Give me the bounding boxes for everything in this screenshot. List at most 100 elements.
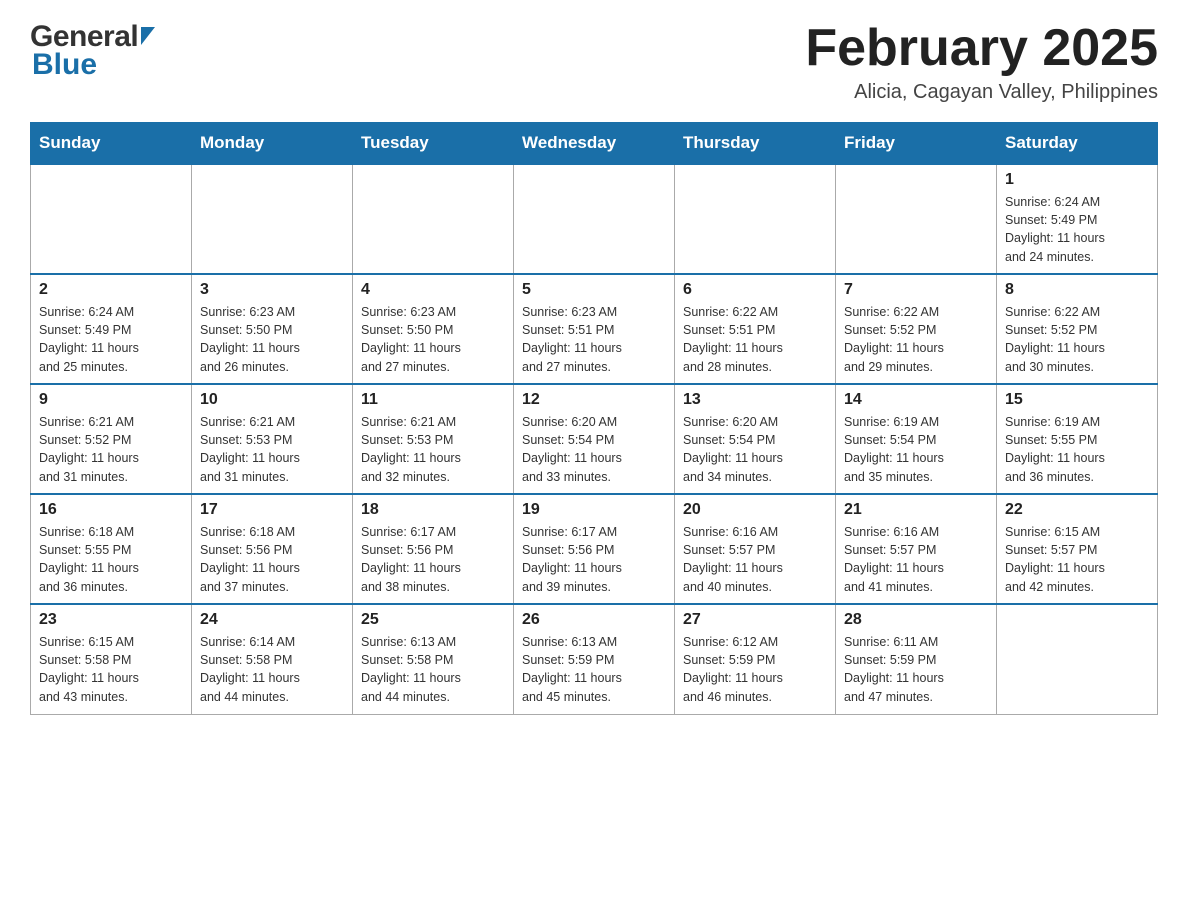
day-info: Sunrise: 6:22 AMSunset: 5:52 PMDaylight:… — [844, 303, 988, 376]
day-info: Sunrise: 6:24 AMSunset: 5:49 PMDaylight:… — [39, 303, 183, 376]
header-thursday: Thursday — [675, 123, 836, 165]
header-wednesday: Wednesday — [514, 123, 675, 165]
day-number: 1 — [1005, 171, 1149, 189]
calendar-cell: 12 Sunrise: 6:20 AMSunset: 5:54 PMDayligh… — [514, 384, 675, 494]
calendar-week-1: 1 Sunrise: 6:24 AMSunset: 5:49 PMDaylight… — [31, 164, 1158, 274]
day-number: 2 — [39, 281, 183, 299]
day-info: Sunrise: 6:16 AMSunset: 5:57 PMDaylight:… — [844, 523, 988, 596]
day-info: Sunrise: 6:17 AMSunset: 5:56 PMDaylight:… — [361, 523, 505, 596]
page-subtitle: Alicia, Cagayan Valley, Philippines — [805, 81, 1158, 104]
page-title: February 2025 — [805, 20, 1158, 77]
day-info: Sunrise: 6:13 AMSunset: 5:58 PMDaylight:… — [361, 633, 505, 706]
day-info: Sunrise: 6:11 AMSunset: 5:59 PMDaylight:… — [844, 633, 988, 706]
calendar-cell: 8 Sunrise: 6:22 AMSunset: 5:52 PMDaylight… — [997, 274, 1158, 384]
day-number: 9 — [39, 391, 183, 409]
header-monday: Monday — [192, 123, 353, 165]
logo: General Blue — [30, 20, 155, 82]
calendar-cell: 1 Sunrise: 6:24 AMSunset: 5:49 PMDaylight… — [997, 164, 1158, 274]
day-number: 6 — [683, 281, 827, 299]
calendar-cell: 23Sunrise: 6:15 AMSunset: 5:58 PMDayligh… — [31, 604, 192, 714]
calendar-cell — [675, 164, 836, 274]
day-number: 22 — [1005, 501, 1149, 519]
day-info: Sunrise: 6:23 AMSunset: 5:50 PMDaylight:… — [200, 303, 344, 376]
calendar-cell: 4 Sunrise: 6:23 AMSunset: 5:50 PMDaylight… — [353, 274, 514, 384]
calendar-cell: 10 Sunrise: 6:21 AMSunset: 5:53 PMDayligh… — [192, 384, 353, 494]
day-number: 7 — [844, 281, 988, 299]
day-number: 26 — [522, 611, 666, 629]
calendar-cell: 15 Sunrise: 6:19 AMSunset: 5:55 PMDayligh… — [997, 384, 1158, 494]
page-header: General Blue February 2025 Alicia, Cagay… — [30, 20, 1158, 104]
day-info: Sunrise: 6:21 AMSunset: 5:53 PMDaylight:… — [200, 413, 344, 486]
day-number: 5 — [522, 281, 666, 299]
calendar-week-3: 9 Sunrise: 6:21 AMSunset: 5:52 PMDaylight… — [31, 384, 1158, 494]
day-info: Sunrise: 6:22 AMSunset: 5:52 PMDaylight:… — [1005, 303, 1149, 376]
day-info: Sunrise: 6:19 AMSunset: 5:54 PMDaylight:… — [844, 413, 988, 486]
day-info: Sunrise: 6:22 AMSunset: 5:51 PMDaylight:… — [683, 303, 827, 376]
logo-triangle-icon — [141, 27, 155, 45]
calendar-cell: 28 Sunrise: 6:11 AMSunset: 5:59 PMDayligh… — [836, 604, 997, 714]
day-info: Sunrise: 6:23 AMSunset: 5:50 PMDaylight:… — [361, 303, 505, 376]
calendar-table: Sunday Monday Tuesday Wednesday Thursday… — [30, 122, 1158, 715]
day-info: Sunrise: 6:23 AMSunset: 5:51 PMDaylight:… — [522, 303, 666, 376]
day-info: Sunrise: 6:21 AMSunset: 5:52 PMDaylight:… — [39, 413, 183, 486]
title-block: February 2025 Alicia, Cagayan Valley, Ph… — [805, 20, 1158, 104]
calendar-cell: 3Sunrise: 6:23 AMSunset: 5:50 PMDaylight… — [192, 274, 353, 384]
day-info: Sunrise: 6:16 AMSunset: 5:57 PMDaylight:… — [683, 523, 827, 596]
calendar-cell: 25 Sunrise: 6:13 AMSunset: 5:58 PMDayligh… — [353, 604, 514, 714]
day-number: 11 — [361, 391, 505, 409]
calendar-cell: 22 Sunrise: 6:15 AMSunset: 5:57 PMDayligh… — [997, 494, 1158, 604]
calendar-cell — [31, 164, 192, 274]
calendar-cell: 2 Sunrise: 6:24 AMSunset: 5:49 PMDaylight… — [31, 274, 192, 384]
day-number: 21 — [844, 501, 988, 519]
day-number: 8 — [1005, 281, 1149, 299]
calendar-body: 1 Sunrise: 6:24 AMSunset: 5:49 PMDaylight… — [31, 164, 1158, 714]
calendar-cell: 20 Sunrise: 6:16 AMSunset: 5:57 PMDayligh… — [675, 494, 836, 604]
day-info: Sunrise: 6:15 AMSunset: 5:58 PMDaylight:… — [39, 633, 183, 706]
day-number: 28 — [844, 611, 988, 629]
day-info: Sunrise: 6:19 AMSunset: 5:55 PMDaylight:… — [1005, 413, 1149, 486]
calendar-cell: 16 Sunrise: 6:18 AMSunset: 5:55 PMDayligh… — [31, 494, 192, 604]
header-sunday: Sunday — [31, 123, 192, 165]
day-number: 27 — [683, 611, 827, 629]
day-number: 18 — [361, 501, 505, 519]
day-number: 15 — [1005, 391, 1149, 409]
day-number: 12 — [522, 391, 666, 409]
day-number: 4 — [361, 281, 505, 299]
day-info: Sunrise: 6:13 AMSunset: 5:59 PMDaylight:… — [522, 633, 666, 706]
calendar-cell: 11 Sunrise: 6:21 AMSunset: 5:53 PMDayligh… — [353, 384, 514, 494]
calendar-cell: 21 Sunrise: 6:16 AMSunset: 5:57 PMDayligh… — [836, 494, 997, 604]
day-info: Sunrise: 6:15 AMSunset: 5:57 PMDaylight:… — [1005, 523, 1149, 596]
day-number: 25 — [361, 611, 505, 629]
day-number: 20 — [683, 501, 827, 519]
calendar-cell: 24Sunrise: 6:14 AMSunset: 5:58 PMDayligh… — [192, 604, 353, 714]
day-number: 10 — [200, 391, 344, 409]
calendar-cell: 27 Sunrise: 6:12 AMSunset: 5:59 PMDayligh… — [675, 604, 836, 714]
calendar-cell — [836, 164, 997, 274]
calendar-cell: 13Sunrise: 6:20 AMSunset: 5:54 PMDayligh… — [675, 384, 836, 494]
header-saturday: Saturday — [997, 123, 1158, 165]
day-info: Sunrise: 6:21 AMSunset: 5:53 PMDaylight:… — [361, 413, 505, 486]
day-info: Sunrise: 6:18 AMSunset: 5:56 PMDaylight:… — [200, 523, 344, 596]
header-friday: Friday — [836, 123, 997, 165]
day-info: Sunrise: 6:24 AMSunset: 5:49 PMDaylight:… — [1005, 193, 1149, 266]
day-number: 16 — [39, 501, 183, 519]
calendar-cell: 14Sunrise: 6:19 AMSunset: 5:54 PMDayligh… — [836, 384, 997, 494]
calendar-week-4: 16 Sunrise: 6:18 AMSunset: 5:55 PMDayligh… — [31, 494, 1158, 604]
calendar-cell: 19Sunrise: 6:17 AMSunset: 5:56 PMDayligh… — [514, 494, 675, 604]
calendar-cell: 5 Sunrise: 6:23 AMSunset: 5:51 PMDaylight… — [514, 274, 675, 384]
calendar-cell: 9 Sunrise: 6:21 AMSunset: 5:52 PMDaylight… — [31, 384, 192, 494]
calendar-cell: 17Sunrise: 6:18 AMSunset: 5:56 PMDayligh… — [192, 494, 353, 604]
calendar-cell: 6 Sunrise: 6:22 AMSunset: 5:51 PMDaylight… — [675, 274, 836, 384]
calendar-cell — [353, 164, 514, 274]
day-info: Sunrise: 6:12 AMSunset: 5:59 PMDaylight:… — [683, 633, 827, 706]
header-row: Sunday Monday Tuesday Wednesday Thursday… — [31, 123, 1158, 165]
calendar-cell: 26 Sunrise: 6:13 AMSunset: 5:59 PMDayligh… — [514, 604, 675, 714]
logo-blue-text: Blue — [30, 48, 97, 82]
header-tuesday: Tuesday — [353, 123, 514, 165]
calendar-week-2: 2 Sunrise: 6:24 AMSunset: 5:49 PMDaylight… — [31, 274, 1158, 384]
day-info: Sunrise: 6:18 AMSunset: 5:55 PMDaylight:… — [39, 523, 183, 596]
calendar-cell — [192, 164, 353, 274]
day-number: 24 — [200, 611, 344, 629]
day-info: Sunrise: 6:20 AMSunset: 5:54 PMDaylight:… — [522, 413, 666, 486]
day-info: Sunrise: 6:17 AMSunset: 5:56 PMDaylight:… — [522, 523, 666, 596]
